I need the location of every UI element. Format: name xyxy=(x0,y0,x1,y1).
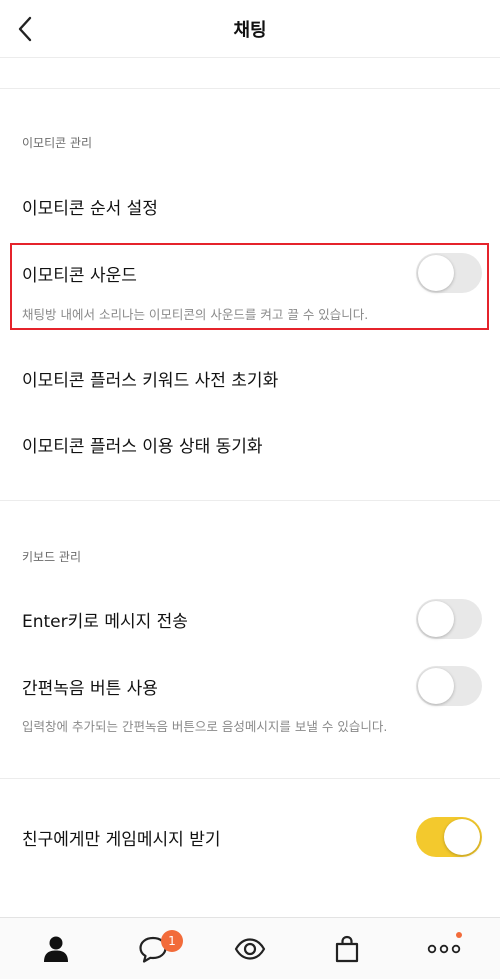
tab-view[interactable] xyxy=(200,918,300,979)
toggle-knob xyxy=(418,601,454,637)
friends-game-toggle[interactable] xyxy=(416,817,482,857)
emoticon-sound-toggle[interactable] xyxy=(416,253,482,293)
tab-chats[interactable]: 1 xyxy=(103,918,203,979)
page-title: 채팅 xyxy=(233,20,267,41)
voice-button-row[interactable]: 간편녹음 버튼 사용 입력창에 추가되는 간편녹음 버튼으로 음성메시지를 보낼… xyxy=(0,664,500,740)
toggle-knob xyxy=(444,819,480,855)
eye-icon xyxy=(234,938,266,960)
row-title: 이모티콘 사운드 xyxy=(22,266,137,286)
tab-shopping[interactable] xyxy=(297,918,397,979)
emoticon-sound-row[interactable]: 이모티콘 사운드 채팅방 내에서 소리나는 이모티콘의 사운드를 켜고 끌 수 … xyxy=(0,245,500,329)
section-label-keyboard: 키보드 관리 xyxy=(22,550,82,564)
enter-send-row[interactable]: Enter키로 메시지 전송 xyxy=(0,597,500,641)
enter-send-toggle[interactable] xyxy=(416,599,482,639)
divider xyxy=(0,500,500,501)
unread-badge: 1 xyxy=(161,930,183,952)
toggle-knob xyxy=(418,255,454,291)
row-title: 이모티콘 순서 설정 xyxy=(22,199,158,219)
row-title: 친구에게만 게임메시지 받기 xyxy=(22,830,221,850)
divider xyxy=(0,778,500,779)
bottom-tab-bar: 1 xyxy=(0,917,500,979)
header: 채팅 xyxy=(0,0,500,58)
more-icon xyxy=(427,944,461,954)
emoticon-order-setting-row[interactable]: 이모티콘 순서 설정 xyxy=(0,180,500,230)
tab-friends[interactable] xyxy=(6,918,106,979)
row-title: 이모티콘 플러스 키워드 사전 초기화 xyxy=(22,371,279,391)
person-icon xyxy=(44,936,68,962)
shopping-bag-icon xyxy=(335,935,359,963)
row-title: Enter키로 메시지 전송 xyxy=(22,612,188,632)
emoticon-plus-sync-row[interactable]: 이모티콘 플러스 이용 상태 동기화 xyxy=(0,418,500,468)
row-title: 간편녹음 버튼 사용 xyxy=(22,679,158,699)
section-label-emoticon: 이모티콘 관리 xyxy=(22,136,93,150)
friends-game-row[interactable]: 친구에게만 게임메시지 받기 xyxy=(0,815,500,859)
row-title: 이모티콘 플러스 이용 상태 동기화 xyxy=(22,437,263,457)
voice-button-toggle[interactable] xyxy=(416,666,482,706)
new-dot-indicator xyxy=(456,932,462,938)
tab-more[interactable] xyxy=(394,918,494,979)
emoticon-plus-keyword-reset-row[interactable]: 이모티콘 플러스 키워드 사전 초기화 xyxy=(0,352,500,402)
row-description: 입력창에 추가되는 간편녹음 버튼으로 음성메시지를 보낼 수 있습니다. xyxy=(22,719,388,734)
divider xyxy=(0,88,500,89)
toggle-knob xyxy=(418,668,454,704)
row-description: 채팅방 내에서 소리나는 이모티콘의 사운드를 켜고 끌 수 있습니다. xyxy=(22,307,369,322)
